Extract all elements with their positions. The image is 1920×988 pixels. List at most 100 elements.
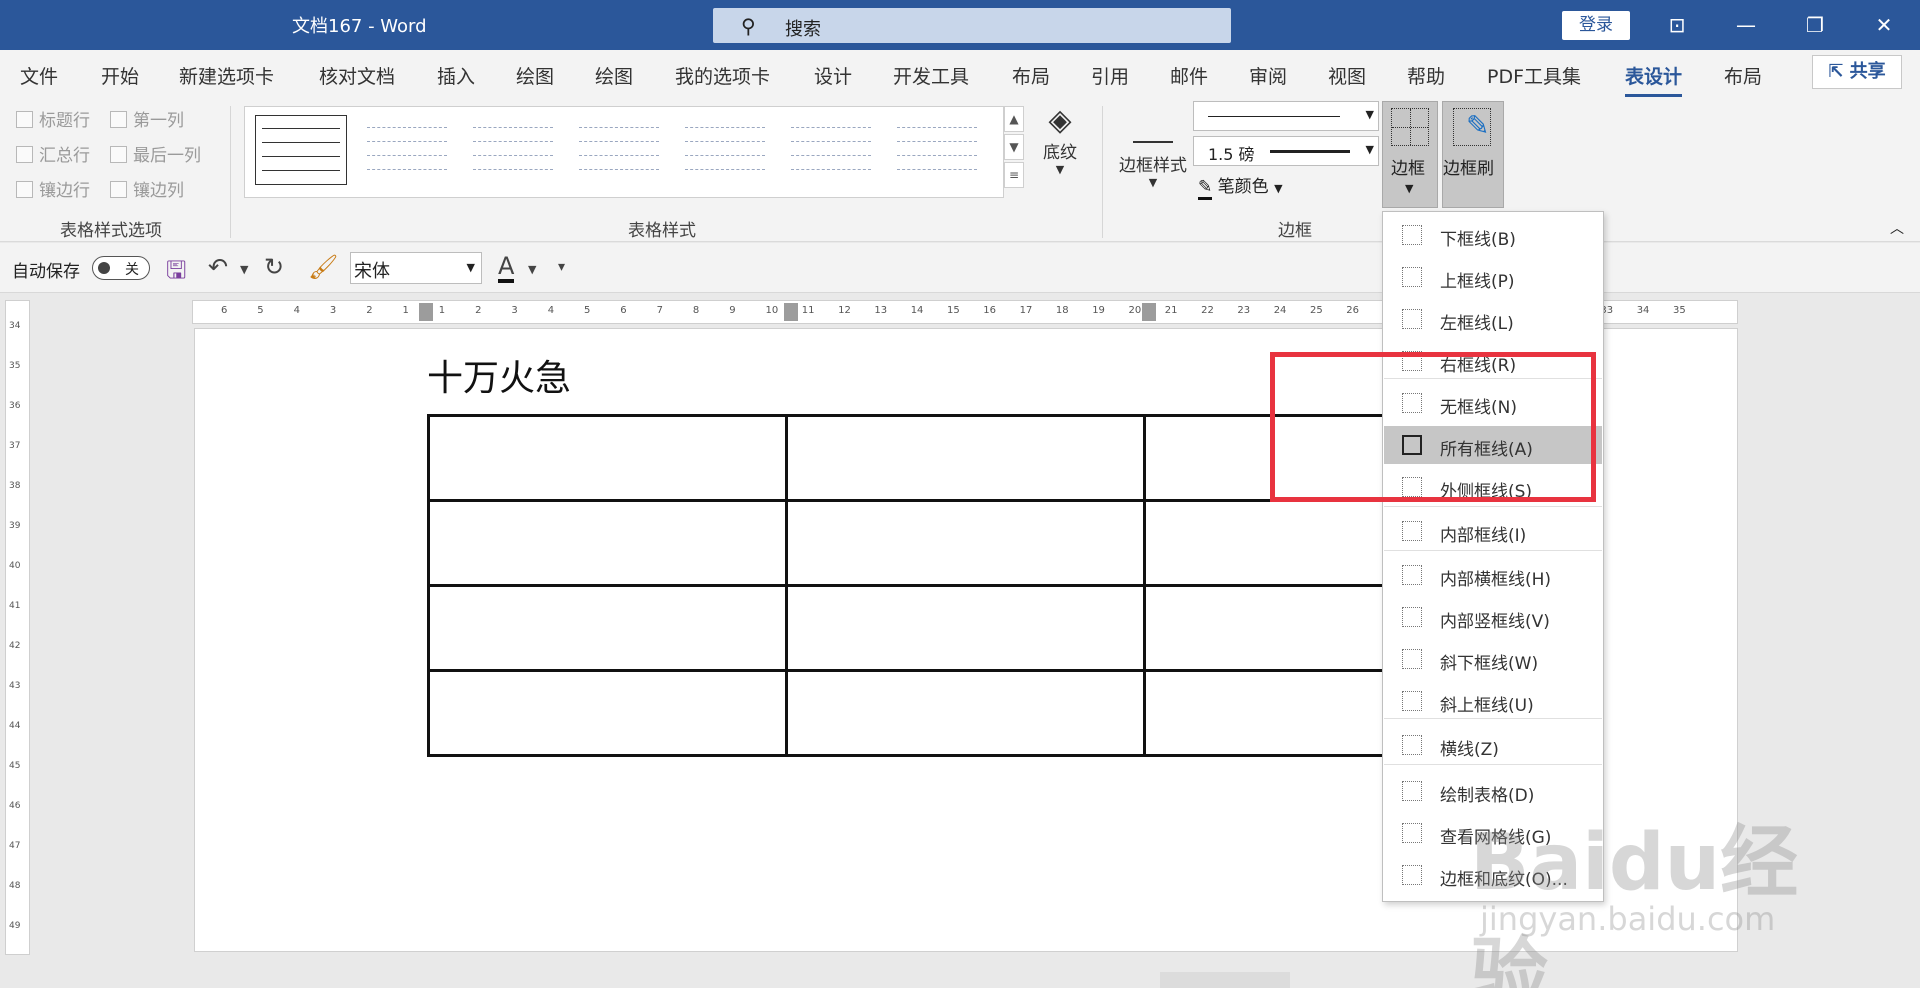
tab-references[interactable]: 引用 [1091,62,1129,89]
shading-button[interactable]: ◈ 底纹 ▼ [1035,103,1085,176]
chevron-down-icon: ▼ [1365,143,1374,156]
chevron-down-icon: ▼ [466,261,475,274]
font-color-icon[interactable]: A [498,253,515,283]
tab-draw-2[interactable]: 绘图 [595,62,633,89]
format-painter-icon[interactable]: 🖌 [308,253,338,281]
menu-item-label: 斜下框线(W) [1440,654,1539,674]
tab-review-doc[interactable]: 核对文档 [319,62,395,89]
ruler-label: 40 [9,561,21,571]
tab-help[interactable]: 帮助 [1407,62,1445,89]
checkbox-header-row[interactable]: 标题行 [16,106,90,131]
menu-item-inside-horizontal-border[interactable]: 内部横框线(H) [1384,556,1602,594]
table-cell[interactable] [427,414,788,502]
undo-dropdown-icon[interactable]: ▼ [240,263,248,276]
tab-layout[interactable]: 布局 [1012,62,1050,89]
checkbox-first-column[interactable]: 第一列 [110,106,184,131]
customize-qat-icon[interactable]: ▾ [558,259,565,275]
autosave-toggle[interactable]: 关 [92,256,150,280]
menu-item-inside-borders[interactable]: 内部框线(I) [1384,512,1602,550]
ruler-label: 21 [1164,305,1178,316]
tab-developer[interactable]: 开发工具 [893,62,969,89]
table-style-swatch[interactable] [679,115,771,185]
undo-icon[interactable]: ↶ [208,253,228,281]
line-weight-dropdown[interactable]: 1.5 磅 ▼ [1193,136,1379,166]
tab-pdf-tools[interactable]: PDF工具集 [1487,62,1581,89]
table-style-swatch[interactable] [573,115,665,185]
table-cell[interactable] [427,499,788,587]
save-icon[interactable]: 🖫 [166,253,186,294]
line-style-dropdown[interactable]: ▼ [1193,101,1379,131]
restore-icon[interactable]: ❐ [1797,7,1833,43]
collapse-ribbon-icon[interactable]: ︿ [1890,218,1904,238]
table-style-swatch[interactable] [467,115,559,185]
menu-item-bottom-border[interactable]: 下框线(B) [1384,216,1602,254]
menu-item-diagonal-down-border[interactable]: 斜下框线(W) [1384,640,1602,678]
table-style-swatch[interactable] [255,115,347,185]
gallery-scroll-up-icon[interactable]: ▲ [1004,106,1024,132]
login-button[interactable]: 登录 [1562,11,1630,40]
tab-draw-1[interactable]: 绘图 [516,62,554,89]
borders-label: 边框 [1391,159,1425,179]
table-cell[interactable] [785,584,1146,672]
border-styles-button[interactable]: 边框样式 ▼ [1115,103,1191,189]
menu-item-label: 下框线(B) [1440,230,1516,250]
share-button[interactable]: ⇱ 共享 [1812,55,1902,89]
ruler-label: 46 [9,801,21,811]
tab-design[interactable]: 设计 [814,62,852,89]
gallery-more-icon[interactable]: ≡ [1004,162,1024,188]
menu-item-top-border[interactable]: 上框线(P) [1384,258,1602,296]
document-heading[interactable]: 十万火急 [427,349,571,401]
tab-view[interactable]: 视图 [1328,62,1366,89]
right-indent-marker[interactable] [784,303,798,321]
search-icon: ⚲ [741,14,756,38]
checkbox-banded-rows[interactable]: 镶边行 [16,176,90,201]
table-cell[interactable] [785,414,1146,502]
tab-mailings[interactable]: 邮件 [1170,62,1208,89]
ribbon-display-options-icon[interactable]: ⊡ [1659,7,1695,43]
table-cell[interactable] [785,499,1146,587]
table-style-swatch[interactable] [891,115,983,185]
table-style-swatch[interactable] [361,115,453,185]
checkbox-last-column[interactable]: 最后一列 [110,141,201,166]
tab-review[interactable]: 审阅 [1249,62,1287,89]
pen-color-button[interactable]: ✎ 笔颜色 ▼ [1198,172,1283,200]
menu-item-diagonal-up-border[interactable]: 斜上框线(U) [1384,682,1602,720]
tab-insert[interactable]: 插入 [437,62,475,89]
table-cell[interactable] [427,584,788,672]
font-name-dropdown[interactable]: 宋体 ▼ [350,252,482,284]
menu-item-horizontal-line[interactable]: 横线(Z) [1384,726,1602,764]
table-styles-gallery [244,106,1004,198]
ruler-label: 16 [983,305,997,316]
minimize-icon[interactable]: — [1728,7,1764,43]
border-painter-button[interactable]: ✎ 边框刷 [1442,101,1504,208]
first-line-indent-marker[interactable] [419,303,433,321]
tab-table-layout[interactable]: 布局 [1724,62,1762,89]
tab-my-tab[interactable]: 我的选项卡 [675,62,770,89]
search-box[interactable]: ⚲ 搜索 [713,8,1231,43]
border-style-preview-icon [1133,103,1173,143]
table-cell[interactable] [427,669,788,757]
borders-button[interactable]: 边框 ▼ [1382,101,1438,208]
ruler-label: 11 [801,305,815,316]
font-color-dropdown-icon[interactable]: ▼ [528,263,536,276]
menu-item-inside-vertical-border[interactable]: 内部竖框线(V) [1384,598,1602,636]
redo-icon[interactable]: ↻ [264,253,284,281]
tab-file[interactable]: 文件 [20,62,58,89]
table-cell[interactable] [785,669,1146,757]
view-gridlines-icon [1402,823,1422,843]
table-style-swatch[interactable] [785,115,877,185]
watermark: Baidu经验 jingyan.baidu.com [1470,780,1850,988]
tab-stop-marker[interactable] [1142,303,1156,321]
tab-table-design[interactable]: 表设计 [1625,62,1683,97]
left-border-icon [1402,309,1422,329]
tab-home[interactable]: 开始 [101,62,139,89]
tab-new-tab[interactable]: 新建选项卡 [179,62,274,89]
border-styles-label: 边框样式 [1119,156,1187,176]
close-icon[interactable]: ✕ [1866,7,1902,43]
checkbox-banded-columns[interactable]: 镶边列 [110,176,184,201]
table-row [427,669,1504,757]
menu-item-left-border[interactable]: 左框线(L) [1384,300,1602,338]
gallery-scroll-down-icon[interactable]: ▼ [1004,134,1024,160]
divider [1102,106,1103,238]
checkbox-total-row[interactable]: 汇总行 [16,141,90,166]
